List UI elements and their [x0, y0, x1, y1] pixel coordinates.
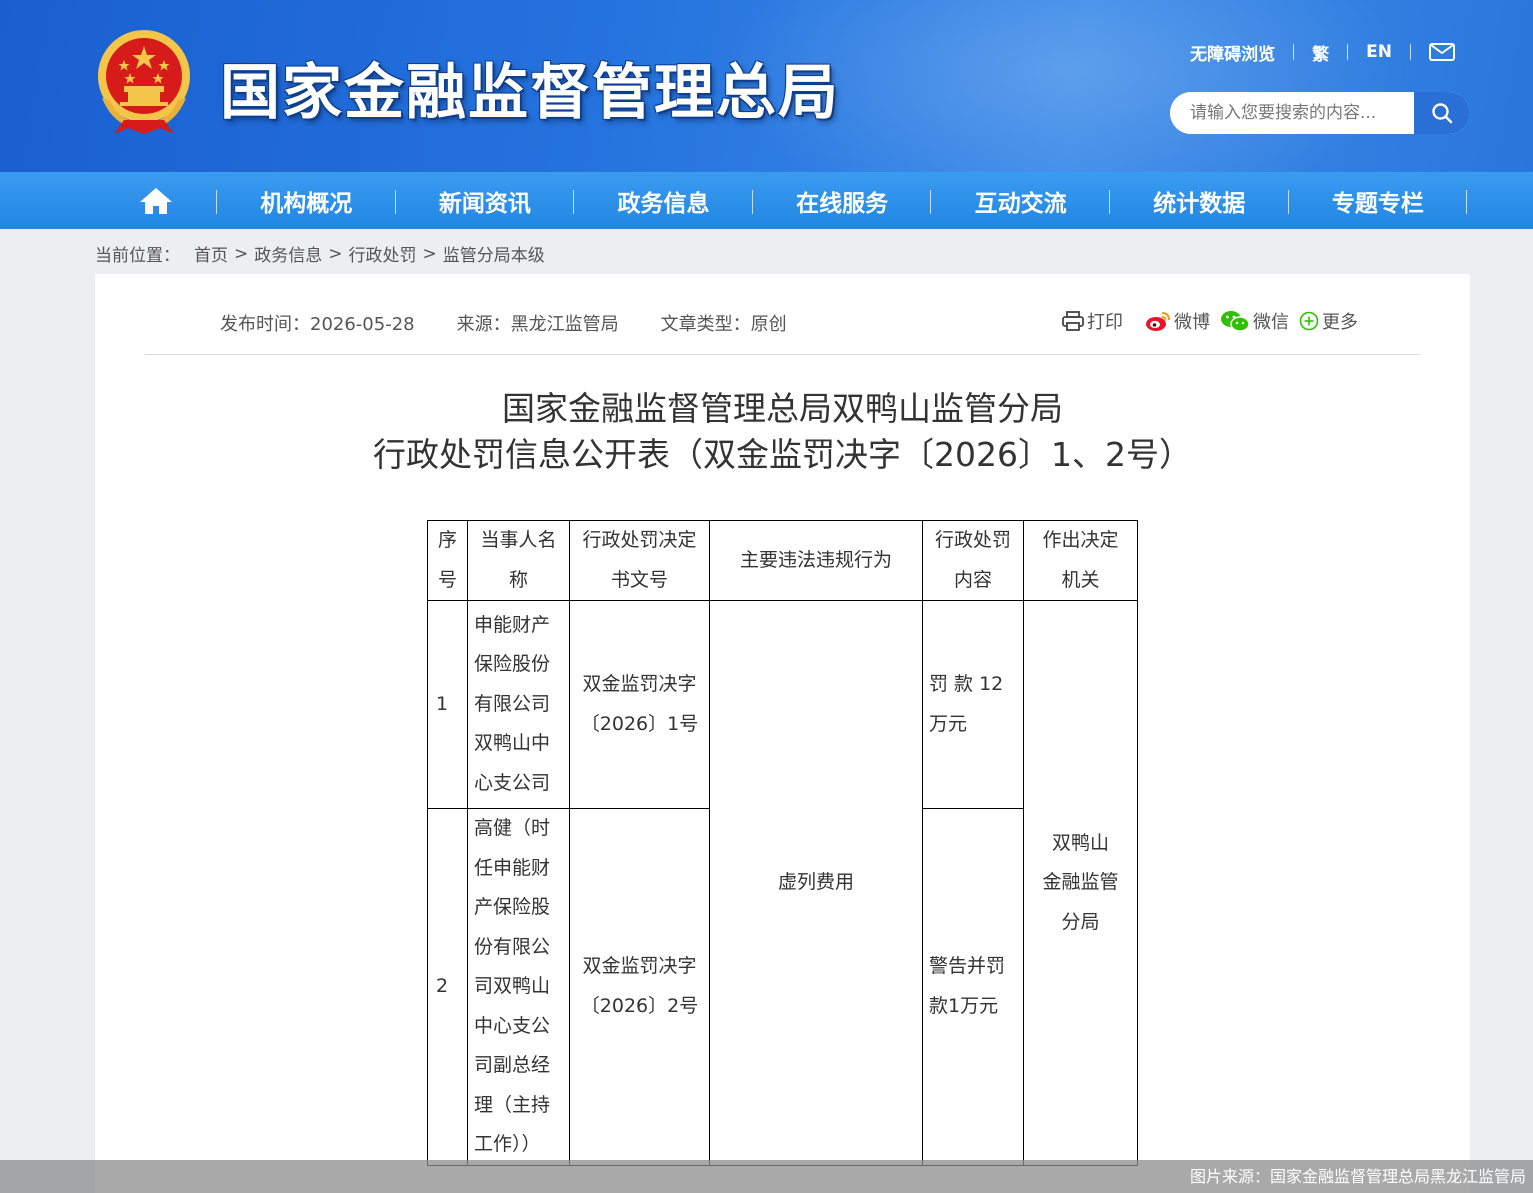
header-party: 当事人名称	[467, 520, 570, 601]
article-card: 发布时间：2026-05-28 来源：黑龙江监管局 文章类型：原创 打印 微博	[95, 274, 1470, 1193]
row-party: 申能财产 保险股份 有限公司 双鸭山中 心支公司	[467, 600, 570, 809]
breadcrumb-government-info[interactable]: 政务信息	[254, 241, 322, 266]
header-doc-no: 行政处罚决定 书文号	[569, 520, 710, 601]
share-bar: 打印 微博 微信 更多	[1062, 308, 1358, 334]
plus-circle-icon	[1299, 311, 1319, 331]
breadcrumb-separator: >	[328, 243, 343, 264]
main-nav: 机构概况 新闻资讯 政务信息 在线服务 互动交流 统计数据 专题专栏	[0, 172, 1533, 229]
top-link-divider	[1410, 44, 1411, 60]
nav-item-news[interactable]: 新闻资讯	[396, 172, 575, 229]
weibo-icon	[1146, 312, 1170, 331]
violation-cell: 虚列费用	[709, 600, 923, 1166]
header-authority: 作出决定 机关	[1023, 520, 1138, 601]
top-link-divider	[1293, 44, 1295, 60]
article-meta: 发布时间：2026-05-28 来源：黑龙江监管局 文章类型：原创	[220, 310, 829, 336]
row-party: 高健（时 任申能财 产保险股 份有限公 司双鸭山 中心支公 司副总经 理（主持 …	[467, 808, 570, 1166]
table-row: 1 申能财产 保险股份 有限公司 双鸭山中 心支公司 双金监罚决字 〔2026〕…	[427, 600, 1138, 1166]
search-input[interactable]	[1170, 92, 1414, 134]
nav-item-government-info[interactable]: 政务信息	[574, 172, 753, 229]
search-icon	[1432, 103, 1453, 124]
nav-item-online-services[interactable]: 在线服务	[753, 172, 932, 229]
header-index: 序号	[427, 520, 468, 601]
nav-item-home[interactable]	[95, 172, 217, 229]
penalty-table: 序号 当事人名称 行政处罚决定 书文号 主要违法违规行为 行政处罚 内容 作出决定机…	[427, 520, 1138, 1166]
national-emblem-icon	[98, 30, 190, 134]
row-doc-no: 双金监罚决字 〔2026〕1号	[569, 600, 710, 809]
printer-icon	[1062, 311, 1084, 331]
image-source-caption: 图片来源：国家金融监督管理总局黑龙江监管局	[0, 1160, 1533, 1193]
header-penalty: 行政处罚 内容	[922, 520, 1024, 601]
mail-icon[interactable]	[1429, 43, 1455, 61]
article-title: 国家金融监督管理总局双鸭山监管分局 行政处罚信息公开表（双金监罚决字〔2026〕…	[95, 386, 1470, 478]
article-type: 文章类型：原创	[660, 314, 787, 335]
wechat-label: 微信	[1253, 312, 1289, 333]
breadcrumb-home[interactable]: 首页	[194, 241, 228, 266]
print-label: 打印	[1087, 312, 1123, 333]
search-button[interactable]	[1414, 92, 1470, 134]
breadcrumb-separator: >	[234, 243, 249, 264]
row-index: 2	[427, 808, 468, 1166]
article-title-line1: 国家金融监督管理总局双鸭山监管分局	[502, 389, 1063, 428]
breadcrumb-branch[interactable]: 监管分局本级	[443, 241, 545, 266]
print-button[interactable]: 打印	[1062, 308, 1123, 334]
site-header: 国家金融监督管理总局 无障碍浏览 繁 EN	[0, 0, 1533, 172]
breadcrumb-separator: >	[422, 243, 437, 264]
search-box	[1170, 92, 1470, 134]
wechat-icon	[1221, 311, 1250, 332]
more-share-button[interactable]: 更多	[1299, 308, 1358, 334]
nav-item-about[interactable]: 机构概况	[217, 172, 396, 229]
row-penalty: 警告并罚 款1万元	[922, 808, 1024, 1166]
nav-item-special-topics[interactable]: 专题专栏	[1289, 172, 1468, 229]
meta-divider	[145, 354, 1420, 355]
article-source: 来源：黑龙江监管局	[456, 314, 619, 335]
table-header-row: 序号 当事人名称 行政处罚决定 书文号 主要违法违规行为 行政处罚 内容 作出决定机…	[427, 520, 1138, 601]
publish-time: 发布时间：2026-05-28	[220, 314, 415, 335]
accessibility-link[interactable]: 无障碍浏览	[1190, 40, 1275, 65]
row-penalty: 罚 款 12 万元	[922, 600, 1024, 809]
wechat-share-button[interactable]: 微信	[1220, 308, 1289, 334]
header-violation: 主要违法违规行为	[709, 520, 923, 601]
top-links: 无障碍浏览 繁 EN	[1190, 40, 1455, 65]
site-title: 国家金融监督管理总局	[220, 58, 840, 128]
top-link-divider	[1347, 44, 1349, 60]
more-label: 更多	[1322, 312, 1358, 333]
home-icon	[140, 187, 172, 214]
row-doc-no: 双金监罚决字 〔2026〕2号	[569, 808, 710, 1166]
breadcrumb-prefix: 当前位置：	[95, 246, 180, 266]
authority-cell: 双鸭山 金融监管 分局	[1023, 600, 1138, 1166]
nav-item-statistics[interactable]: 统计数据	[1110, 172, 1289, 229]
breadcrumb-penalties[interactable]: 行政处罚	[349, 241, 417, 266]
nav-item-interaction[interactable]: 互动交流	[931, 172, 1110, 229]
breadcrumb: 当前位置： 首页 > 政务信息 > 行政处罚 > 监管分局本级	[95, 241, 545, 267]
article-title-line2: 行政处罚信息公开表（双金监罚决字〔2026〕1、2号）	[373, 435, 1192, 474]
nav-list: 机构概况 新闻资讯 政务信息 在线服务 互动交流 统计数据 专题专栏	[95, 172, 1470, 229]
weibo-share-button[interactable]: 微博	[1145, 308, 1210, 334]
english-link[interactable]: EN	[1366, 42, 1392, 62]
row-index: 1	[427, 600, 468, 809]
traditional-chinese-link[interactable]: 繁	[1312, 40, 1329, 65]
weibo-label: 微博	[1174, 312, 1210, 333]
